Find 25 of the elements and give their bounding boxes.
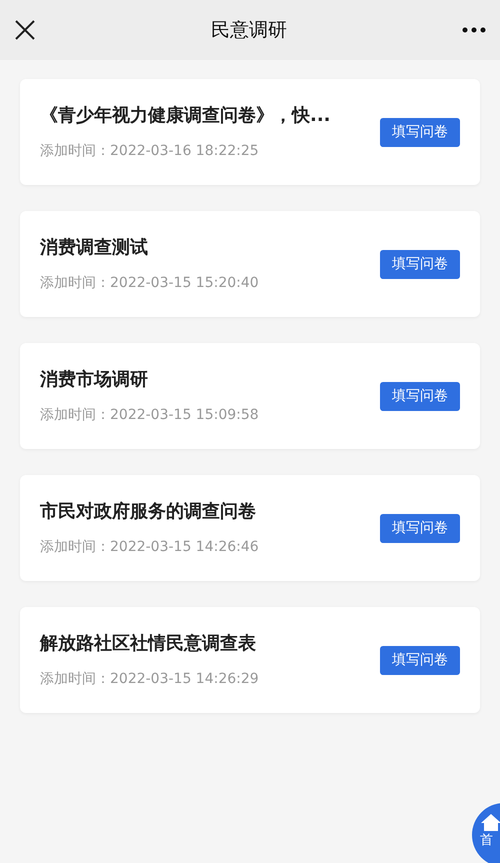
fill-survey-button[interactable]: 填写问卷	[380, 382, 460, 410]
fill-survey-button[interactable]: 填写问卷	[380, 514, 460, 542]
survey-card[interactable]: 消费市场调研 添加时间：2022-03-15 15:09:58 填写问卷	[20, 343, 480, 449]
fill-survey-button[interactable]: 填写问卷	[380, 250, 460, 278]
survey-card[interactable]: 《青少年视力健康调查问卷》，快... 添加时间：2022-03-16 18:22:25 填写问卷	[20, 79, 480, 185]
fill-survey-button[interactable]: 填写问卷	[380, 118, 460, 146]
added-time: 添加时间：2022-03-16 18:22:25	[40, 142, 260, 161]
survey-title: 市民对政府服务的调查问卷	[40, 500, 257, 524]
survey-title: 解放路社区社情民意调查表	[40, 632, 257, 656]
survey-title: 《青少年视力健康调查问卷》，快...	[40, 104, 331, 128]
home-button[interactable]: 首	[472, 803, 500, 863]
added-time: 添加时间：2022-03-15 15:09:58	[40, 406, 259, 425]
more-icon[interactable]	[462, 27, 486, 33]
added-time: 添加时间：2022-03-15 14:26:29	[40, 670, 259, 689]
added-time: 添加时间：2022-03-15 14:26:46	[40, 538, 259, 557]
survey-card[interactable]: 解放路社区社情民意调查表 添加时间：2022-03-15 14:26:29 填写问卷	[20, 607, 480, 713]
survey-title: 消费调查测试	[40, 236, 149, 260]
close-icon[interactable]	[14, 19, 36, 41]
page-title: 民意调研	[211, 18, 287, 43]
home-icon	[480, 813, 500, 831]
added-time: 添加时间：2022-03-15 15:20:40	[40, 274, 259, 293]
fill-survey-button[interactable]: 填写问卷	[380, 646, 460, 674]
survey-card[interactable]: 市民对政府服务的调查问卷 添加时间：2022-03-15 14:26:46 填写问卷	[20, 475, 480, 581]
survey-card[interactable]: 消费调查测试 添加时间：2022-03-15 15:20:40 填写问卷	[20, 211, 480, 317]
survey-title: 消费市场调研	[40, 368, 149, 392]
